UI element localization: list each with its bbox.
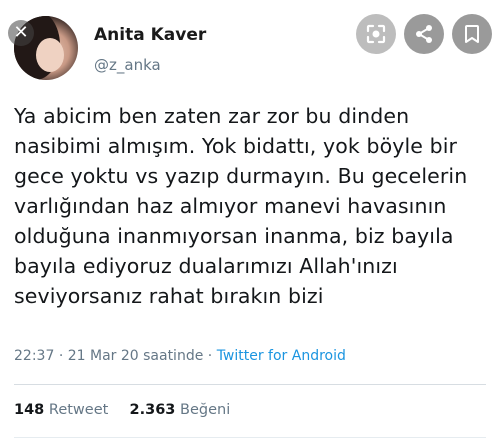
profile-name[interactable]: Anita Kaver bbox=[94, 25, 206, 45]
retweets-stat[interactable]: 148 Retweet bbox=[14, 402, 113, 418]
image-actions bbox=[356, 14, 492, 54]
meta-separator: · bbox=[58, 348, 64, 364]
tweet-date[interactable]: 21 Mar 20 saatinde bbox=[68, 348, 204, 364]
tweet-meta: 22:37 · 21 Mar 20 saatinde · Twitter for… bbox=[14, 348, 346, 364]
tweet-line: bayıla ediyoruz dualarımızı Allah'ınızı bbox=[14, 254, 398, 278]
tweet-line: Ya abicim ben zaten zar zor bu dinden bbox=[14, 104, 410, 128]
meta-separator: · bbox=[207, 348, 213, 364]
lens-button[interactable] bbox=[356, 14, 396, 54]
likes-label: Beğeni bbox=[180, 402, 231, 418]
bookmark-button[interactable] bbox=[452, 14, 492, 54]
tweet-header: ✕ Anita Kaver @z_anka bbox=[0, 0, 500, 92]
likes-count: 2.363 bbox=[129, 402, 176, 418]
tweet-line: varlığından haz almıyor manevi havasının bbox=[14, 194, 447, 218]
tweet-stats: 148 Retweet 2.363 Beğeni bbox=[14, 402, 230, 418]
divider bbox=[14, 384, 486, 385]
share-button[interactable] bbox=[404, 14, 444, 54]
retweets-count: 148 bbox=[14, 402, 45, 418]
profile-handle[interactable]: @z_anka bbox=[94, 56, 161, 74]
tweet-line: nasibimi almışım. Yok bidattı, yok böyle… bbox=[14, 134, 458, 158]
bottom-divider bbox=[14, 437, 486, 438]
avatar-face bbox=[36, 38, 64, 72]
tweet-line: gece yoktu vs yazıp durmayın. Bu geceler… bbox=[14, 164, 468, 188]
tweet-text: Ya abicim ben zaten zar zor bu dinden na… bbox=[14, 101, 484, 311]
tweet-line: seviyorsanız rahat bırakın bizi bbox=[14, 284, 324, 308]
close-icon[interactable]: ✕ bbox=[8, 20, 34, 46]
bookmark-icon bbox=[465, 25, 479, 43]
retweets-label: Retweet bbox=[48, 402, 109, 418]
share-icon bbox=[416, 25, 432, 43]
lens-icon bbox=[366, 24, 386, 44]
tweet-source-link[interactable]: Twitter for Android bbox=[217, 348, 346, 364]
likes-stat[interactable]: 2.363 Beğeni bbox=[130, 402, 231, 418]
tweet-time[interactable]: 22:37 bbox=[14, 348, 54, 364]
tweet-line: olduğuna inanmıyorsan inanma, biz bayıla bbox=[14, 224, 454, 248]
